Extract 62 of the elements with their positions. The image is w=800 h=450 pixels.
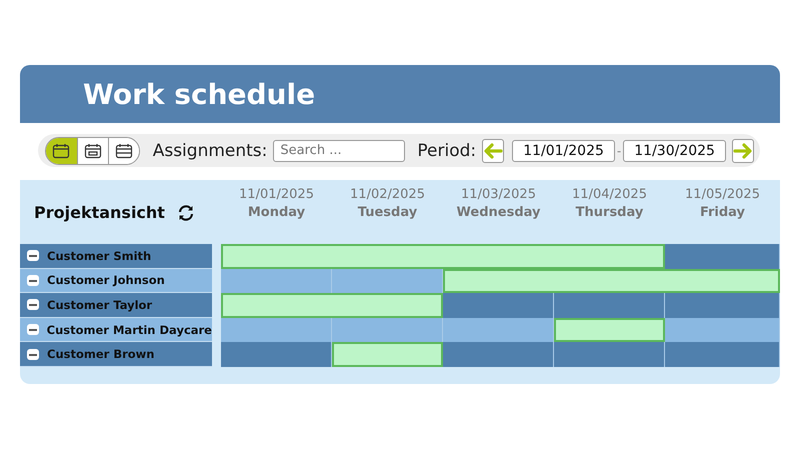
calendar-icon [84,142,102,158]
refresh-icon[interactable] [176,204,195,222]
collapse-icon[interactable] [27,348,39,360]
calendar-icon [52,142,70,158]
view-title: Projektansicht [34,203,165,222]
timeline-cell[interactable] [665,342,780,367]
assignments-label: Assignments: [152,140,268,160]
collapse-icon[interactable] [27,299,39,310]
view-button[interactable] [46,138,77,164]
calendar-icon [114,142,133,158]
customer-name: Customer Brown [47,347,154,362]
timeline-cell[interactable] [443,318,554,342]
timeline-cell[interactable] [332,318,443,342]
period-label: Period: [417,140,476,160]
right-arrow-icon [732,142,753,158]
customer-name: Customer Smith [47,248,152,263]
day-date: 11/05/2025 [685,187,760,202]
timeline-cell[interactable] [443,342,554,367]
day-date: 11/02/2025 [350,187,425,202]
customer-name: Customer Taylor [47,298,152,312]
timeline-cell[interactable] [332,268,443,294]
customer-row[interactable]: Customer Martin Daycare [20,318,212,342]
timeline-cell[interactable] [443,293,554,318]
customer-row[interactable]: Customer Smith [20,244,212,269]
timeline-cell[interactable] [221,342,332,367]
timeline-cell[interactable] [665,318,780,342]
booking-bar[interactable] [221,244,665,269]
booking-bar[interactable] [554,318,665,342]
timeline-cell[interactable] [665,293,780,318]
timeline-cell[interactable] [221,318,332,342]
end-date-field[interactable]: 11/30/2025 [623,140,726,162]
weekday-label: Monday [248,205,306,220]
collapse-icon[interactable] [27,324,39,336]
timeline-cell[interactable] [221,268,332,294]
timeline-cell[interactable] [554,342,665,367]
start-date-field[interactable]: 11/01/2025 [512,140,615,162]
day-date: 11/03/2025 [461,187,536,202]
weekday-label: Tuesday [358,205,418,220]
date-separator: - [616,144,622,158]
booking-bar[interactable] [221,293,443,318]
weekday-label: Thursday [576,205,644,220]
page-title: Work schedule [83,78,316,110]
collapse-icon[interactable] [27,250,39,262]
next-button[interactable] [732,138,754,162]
view-button[interactable] [108,138,139,164]
day-date: 11/01/2025 [239,187,314,202]
customer-row[interactable]: Customer Brown [20,342,212,367]
customer-row[interactable]: Customer Taylor [20,293,212,318]
timeline-cell[interactable] [554,293,665,318]
left-arrow-icon [483,142,504,158]
weekday-label: Friday [700,205,746,220]
search-field[interactable]: Search ... [273,140,406,162]
customer-name: Customer Martin Daycare [46,322,212,337]
previous-button[interactable] [482,138,504,162]
customer-row[interactable]: Customer Johnson [20,268,212,294]
booking-bar[interactable] [443,268,780,294]
day-date: 11/04/2025 [572,187,647,202]
timeline-cell[interactable] [665,244,780,269]
booking-bar[interactable] [332,342,443,367]
weekday-label: Wednesday [456,205,540,220]
collapse-icon[interactable] [27,274,39,286]
customer-name: Customer Johnson [47,273,165,288]
